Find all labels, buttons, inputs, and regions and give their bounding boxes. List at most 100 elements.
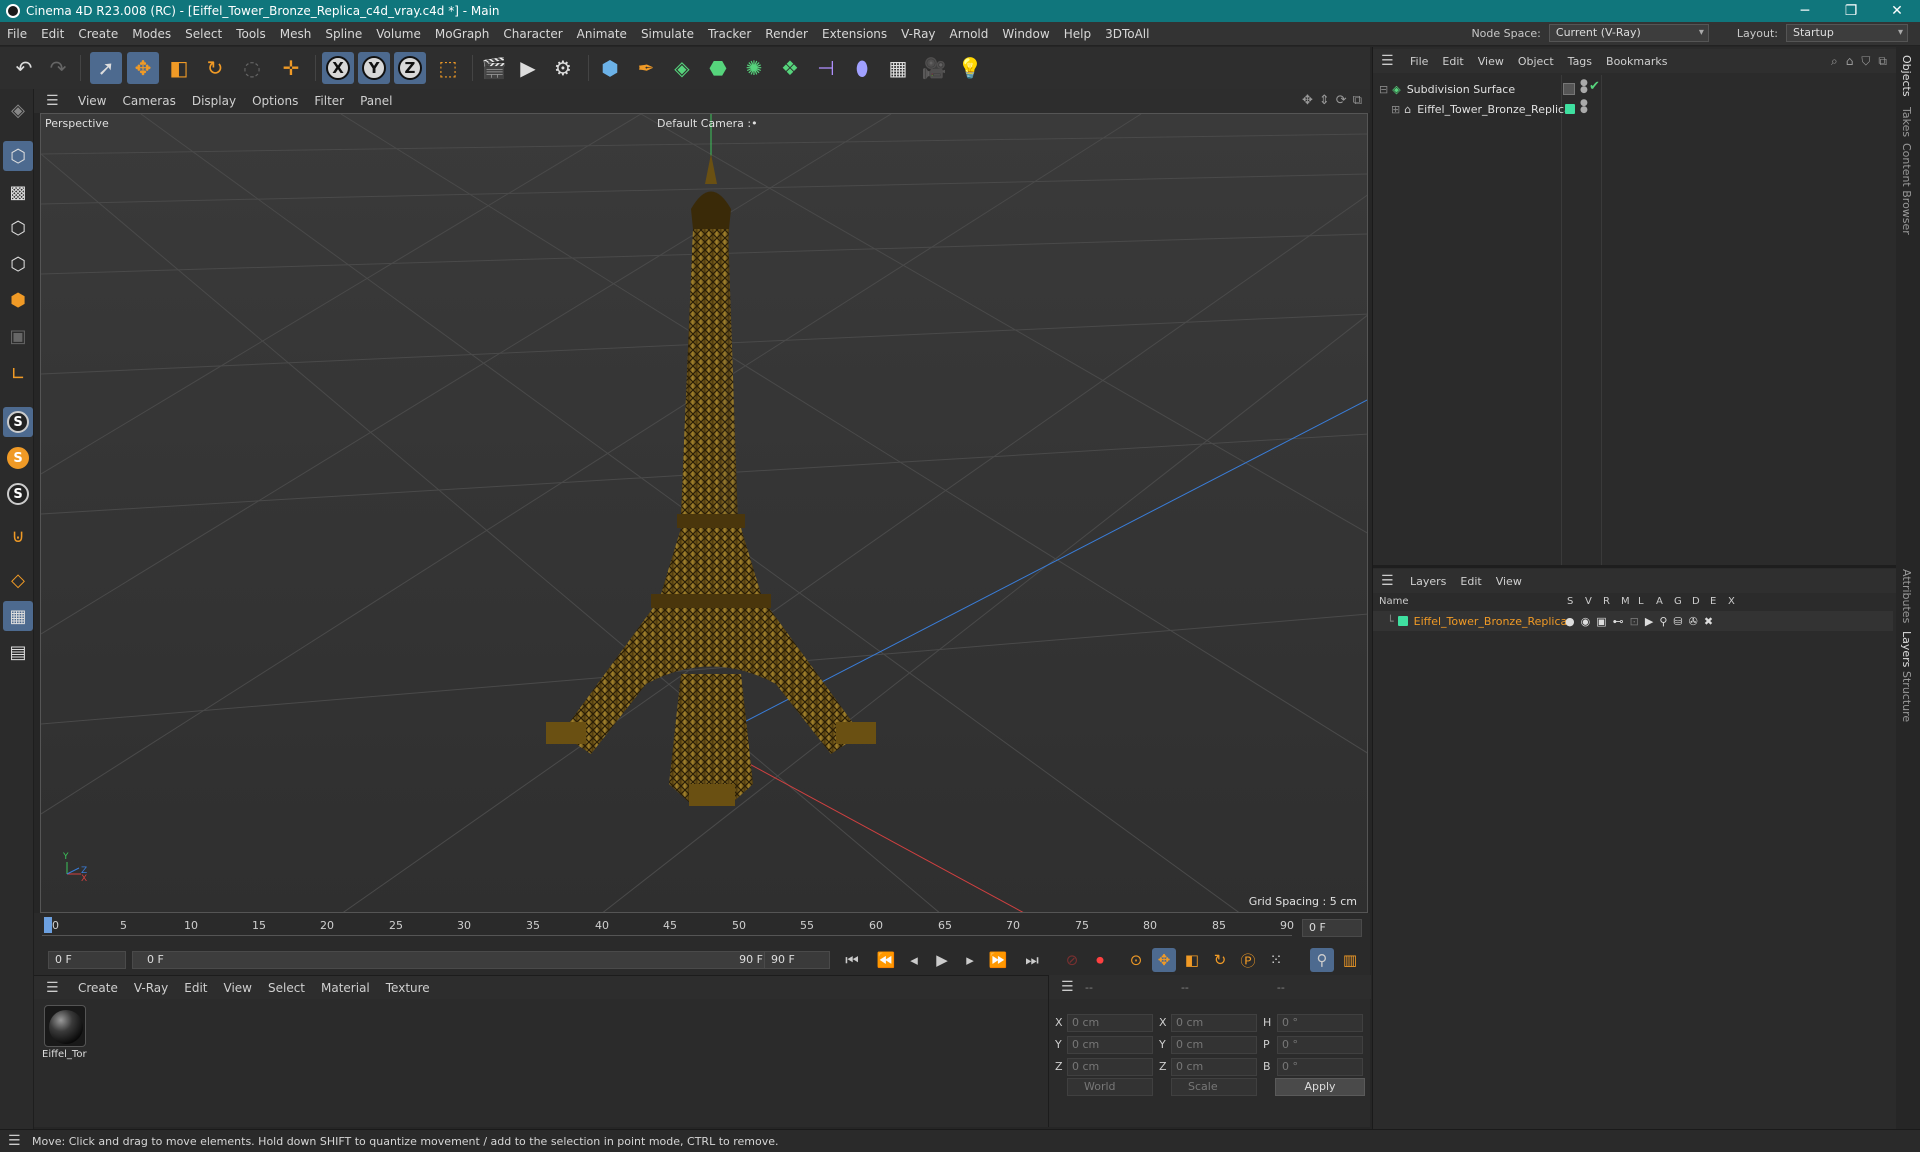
menu-help[interactable]: Help <box>1057 27 1098 41</box>
make-editable-icon[interactable]: ◈ <box>3 95 33 125</box>
play-icon[interactable]: ▶ <box>930 948 954 972</box>
pos-z-field[interactable]: 0 cm <box>1067 1058 1153 1076</box>
select-tool-icon[interactable]: ➚ <box>90 52 122 84</box>
generators-icon[interactable]: ⚲ <box>1659 615 1667 628</box>
uv-mode-icon[interactable]: ▣ <box>3 321 33 351</box>
manager-icon[interactable]: ⊷ <box>1613 615 1624 628</box>
rot-b-field[interactable]: 0 ° <box>1277 1058 1363 1076</box>
menu-file[interactable]: File <box>0 27 34 41</box>
redo-icon[interactable]: ↷ <box>42 52 74 84</box>
quantize-icon[interactable]: S <box>3 479 33 509</box>
object-menu-object[interactable]: Object <box>1511 55 1561 68</box>
model-mode-icon[interactable]: ⬡ <box>3 141 33 171</box>
point-level-animation-icon[interactable]: ⁙ <box>1264 948 1288 972</box>
menu-create[interactable]: Create <box>71 27 125 41</box>
layout-dropdown[interactable]: Startup <box>1786 24 1908 42</box>
field-object-icon[interactable]: ❖ <box>774 52 806 84</box>
rotate-view-icon[interactable]: ⟳ <box>1336 93 1347 108</box>
tab-objects[interactable]: Objects <box>1900 55 1913 97</box>
menu-render[interactable]: Render <box>758 27 815 41</box>
menu-edit[interactable]: Edit <box>34 27 71 41</box>
autokeying-icon[interactable]: ⏺ <box>1088 948 1112 972</box>
menu-mograph[interactable]: MoGraph <box>428 27 497 41</box>
deformer-icon[interactable]: ⊣ <box>810 52 842 84</box>
tab-takes[interactable]: Takes <box>1900 107 1913 137</box>
keyframe-selection-icon[interactable]: ⊙ <box>1124 948 1148 972</box>
viewport-menu-panel[interactable]: Panel <box>352 94 400 108</box>
object-menu-bookmarks[interactable]: Bookmarks <box>1599 55 1674 68</box>
material-menu-vray[interactable]: V-Ray <box>126 981 176 995</box>
size-x-field[interactable]: 0 cm <box>1171 1014 1257 1032</box>
rotate-tool-icon[interactable]: ↻ <box>199 52 231 84</box>
axis-mode-icon[interactable]: ∟ <box>3 359 33 389</box>
hamburger-menu-icon[interactable]: ☰ <box>46 93 60 109</box>
object-menu-tags[interactable]: Tags <box>1561 55 1599 68</box>
object-row-eiffel-tower[interactable]: ⊞ ⌂ Eiffel_Tower_Bronze_Replica <box>1391 99 1571 119</box>
hamburger-menu-icon[interactable]: ☰ <box>1061 979 1075 995</box>
viewport-menu-filter[interactable]: Filter <box>306 94 352 108</box>
render-icon[interactable]: ▣ <box>1596 615 1606 628</box>
playhead[interactable] <box>44 917 52 933</box>
go-to-end-icon[interactable]: ⏭ <box>1020 948 1044 972</box>
undo-icon[interactable]: ↶ <box>8 52 40 84</box>
motion-system-icon[interactable]: ⚲ <box>1310 948 1334 972</box>
menu-vray[interactable]: V-Ray <box>894 27 942 41</box>
tab-content-browser[interactable]: Content Browser <box>1900 143 1913 235</box>
texture-mode-icon[interactable]: ▩ <box>3 177 33 207</box>
material-menu-view[interactable]: View <box>216 981 260 995</box>
toggle-view-icon[interactable]: ⧉ <box>1353 93 1362 108</box>
menu-3dtoall[interactable]: 3DToAll <box>1098 27 1156 41</box>
viewport-menu-view[interactable]: View <box>70 94 114 108</box>
xref-icon[interactable]: ✖ <box>1704 615 1713 628</box>
maximize-button[interactable]: ❐ <box>1828 0 1874 22</box>
polygon-mode-icon[interactable]: ⬢ <box>3 285 33 315</box>
enabled-check-icon[interactable]: ✔ <box>1589 79 1600 94</box>
pen-spline-icon[interactable]: ✒ <box>630 52 662 84</box>
preview-range-slider[interactable]: 0 F 90 F <box>132 951 772 969</box>
layer-menu-layers[interactable]: Layers <box>1403 575 1453 588</box>
new-window-icon[interactable]: ⧉ <box>1878 54 1887 69</box>
floor-object-icon[interactable]: ▦ <box>882 52 914 84</box>
render-settings-icon[interactable]: ⚙ <box>547 52 579 84</box>
material-name[interactable]: Eiffel_Tor <box>42 1049 87 1060</box>
hamburger-menu-icon[interactable]: ☰ <box>46 980 60 996</box>
deformers-icon[interactable]: ⛁ <box>1673 615 1682 628</box>
move-view-icon[interactable]: ✥ <box>1302 93 1313 108</box>
magnet-icon[interactable]: ⊍ <box>3 521 33 551</box>
menu-simulate[interactable]: Simulate <box>634 27 701 41</box>
visibility-dots-icon[interactable]: ● ● <box>1580 99 1588 115</box>
filter-icon[interactable]: ⛉ <box>1861 54 1870 69</box>
hamburger-menu-icon[interactable]: ☰ <box>1381 53 1395 69</box>
y-axis-lock-button[interactable]: Y <box>358 52 390 84</box>
expressions-icon[interactable]: ✇ <box>1689 615 1698 628</box>
object-row-subdivision-surface[interactable]: ⊟ ◈ Subdivision Surface <box>1379 79 1515 99</box>
x-axis-lock-button[interactable]: X <box>322 52 354 84</box>
z-axis-lock-button[interactable]: Z <box>394 52 426 84</box>
menu-character[interactable]: Character <box>496 27 569 41</box>
layer-color-swatch[interactable] <box>1565 104 1575 114</box>
environment-icon[interactable]: ⬮ <box>846 52 878 84</box>
render-picture-viewer-icon[interactable]: ▶ <box>512 52 544 84</box>
menu-mesh[interactable]: Mesh <box>273 27 319 41</box>
render-view-icon[interactable]: 🎬 <box>478 52 510 84</box>
layer-row[interactable]: └ Eiffel_Tower_Bronze_Replica ● ◉ ▣ ⊷ ⊡ … <box>1373 611 1893 631</box>
recent-tools-icon[interactable]: ◌ <box>236 52 268 84</box>
scale-tool-icon[interactable]: ◧ <box>163 52 195 84</box>
coordinate-system-dropdown[interactable]: World <box>1067 1078 1153 1096</box>
tab-structure[interactable]: Structure <box>1900 671 1913 722</box>
lock-icon[interactable]: ⊡ <box>1630 615 1639 628</box>
tab-layers[interactable]: Layers <box>1900 631 1913 667</box>
cube-primitive-icon[interactable]: ⬢ <box>594 52 626 84</box>
object-tree[interactable]: ⊟ ◈ Subdivision Surface ● ● ✔ ⊞ ⌂ Eiffel_… <box>1373 75 1897 565</box>
search-icon[interactable]: ⌕ <box>1831 54 1838 69</box>
scale-key-icon[interactable]: ◧ <box>1180 948 1204 972</box>
coordinate-system-icon[interactable]: ⬚ <box>432 52 464 84</box>
move-tool-icon[interactable]: ✥ <box>127 52 159 84</box>
menu-animate[interactable]: Animate <box>570 27 634 41</box>
mograph-cloner-icon[interactable]: ✺ <box>738 52 770 84</box>
previous-frame-icon[interactable]: ◂ <box>902 948 926 972</box>
material-menu-texture[interactable]: Texture <box>378 981 438 995</box>
locked-workplane-icon[interactable]: ▤ <box>3 637 33 667</box>
timeline-window-icon[interactable]: ▥ <box>1338 948 1362 972</box>
position-key-icon[interactable]: ✥ <box>1152 948 1176 972</box>
